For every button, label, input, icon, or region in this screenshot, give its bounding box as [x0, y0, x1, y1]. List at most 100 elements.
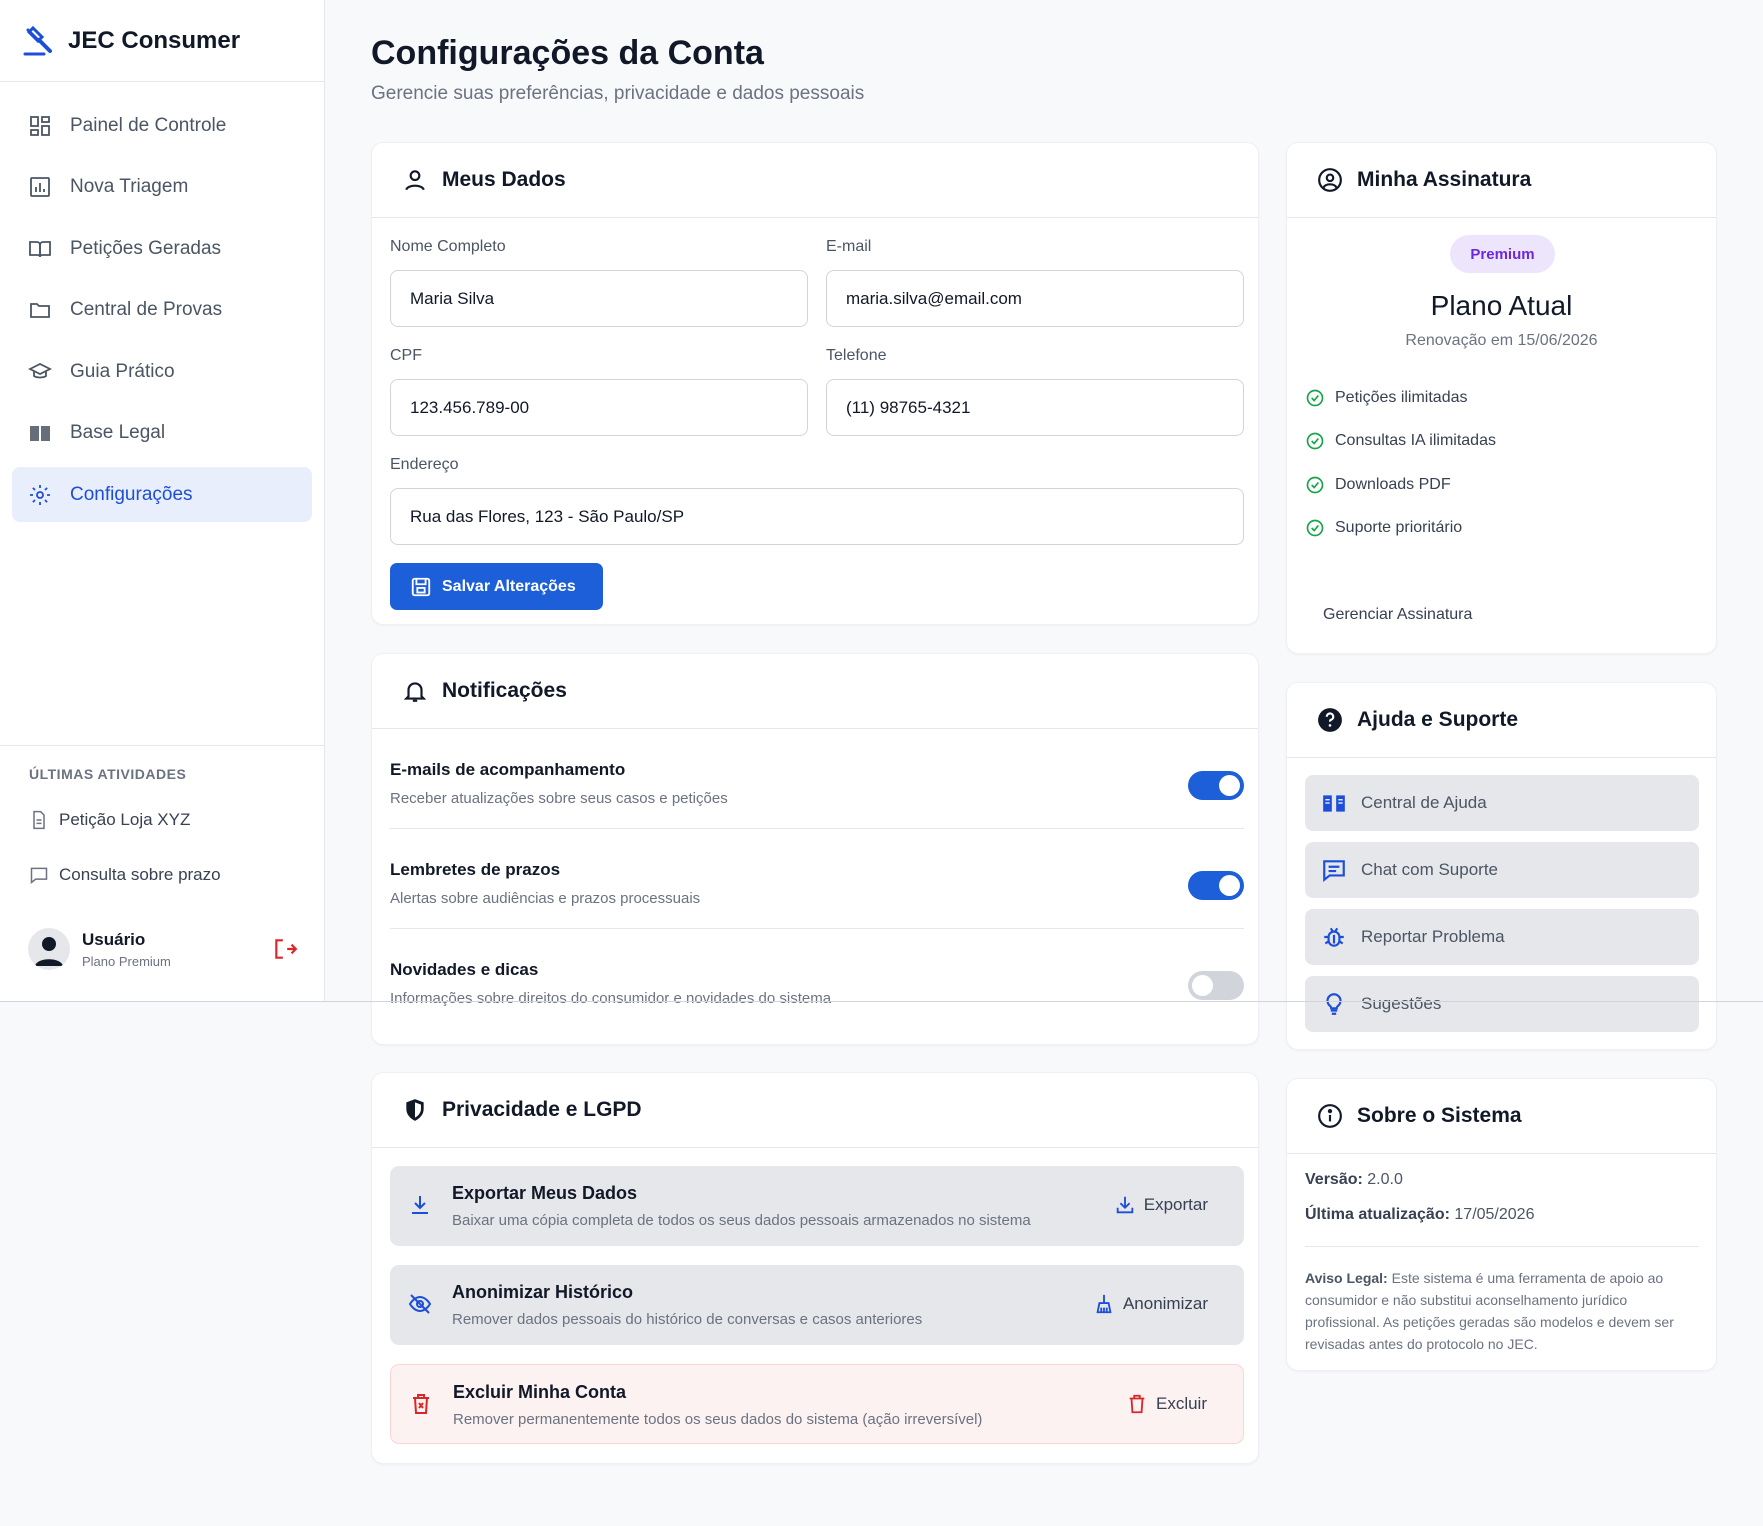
- help-header: Ajuda e Suporte: [1287, 683, 1716, 758]
- profile-card: Meus Dados Nome Completo Maria Silva E-m…: [371, 142, 1259, 625]
- check-circle-icon: [1306, 389, 1324, 407]
- phone-field[interactable]: (11) 98765-4321: [826, 379, 1244, 436]
- check-circle-icon: [1306, 476, 1324, 494]
- info-icon: [1318, 1104, 1342, 1128]
- feature-label: Petições ilimitadas: [1335, 389, 1468, 406]
- feature-item: Petições ilimitadas: [1305, 388, 1468, 408]
- export-button[interactable]: Exportar: [1114, 1194, 1208, 1216]
- user-icon: [405, 170, 425, 191]
- suggestions-button[interactable]: Sugestões: [1305, 976, 1699, 1032]
- help-center-button[interactable]: Central de Ajuda: [1305, 775, 1699, 831]
- gear-icon: [30, 484, 50, 505]
- news-tips-toggle[interactable]: [1188, 971, 1244, 1000]
- manage-subscription-button[interactable]: Gerenciar Assinatura: [1323, 606, 1472, 624]
- chat-icon: [30, 867, 48, 885]
- feature-label: Downloads PDF: [1335, 476, 1451, 493]
- profile-title: Meus Dados: [442, 168, 566, 191]
- book-open-icon: [29, 240, 51, 257]
- nav-item-guia[interactable]: Guia Prático: [12, 344, 312, 399]
- graduation-cap-icon: [28, 362, 52, 378]
- logout-icon[interactable]: [272, 936, 298, 962]
- download-icon: [412, 1196, 428, 1214]
- subscription-header: Minha Assinatura: [1287, 143, 1716, 218]
- recent-item-label: Consulta sobre prazo: [59, 865, 221, 884]
- cpf-field[interactable]: 123.456.789-00: [390, 379, 808, 436]
- sidebar: JEC Consumer Painel de Controle Nova Tri…: [0, 0, 325, 1001]
- chat-icon: [1323, 860, 1345, 883]
- email-label: E-mail: [826, 238, 872, 255]
- help-item-label: Sugestões: [1361, 994, 1442, 1013]
- privacy-header: Privacidade e LGPD: [372, 1073, 1258, 1148]
- bug-icon: [1324, 927, 1344, 947]
- version-value: 2.0.0: [1367, 1171, 1403, 1188]
- privacy-title: Privacidade e LGPD: [442, 1098, 642, 1121]
- nav-item-painel[interactable]: Painel de Controle: [12, 98, 312, 153]
- gavel-icon: [23, 25, 52, 55]
- version-line: Versão: 2.0.0: [1305, 1171, 1403, 1189]
- notification-title: Novidades e dicas: [390, 960, 539, 979]
- feature-label: Suporte prioritário: [1335, 519, 1463, 536]
- email-field[interactable]: maria.silva@email.com: [826, 270, 1244, 327]
- anonymize-row[interactable]: Anonimizar Histórico Remover dados pesso…: [390, 1265, 1244, 1345]
- save-button[interactable]: Salvar Alterações: [390, 563, 603, 610]
- chart-icon: [30, 177, 50, 197]
- export-label: Exportar: [1143, 1195, 1208, 1214]
- notification-desc: Informações sobre direitos do consumidor…: [390, 990, 832, 1007]
- download-icon: [1116, 1196, 1133, 1214]
- notifications-title: Notificações: [442, 679, 567, 702]
- recent-item[interactable]: Consulta sobre prazo: [29, 859, 324, 891]
- dashboard-icon: [30, 115, 50, 136]
- recent-activities: ÚLTIMAS ATIVIDADES Petição Loja XYZ Cons…: [0, 745, 324, 914]
- help-title: Ajuda e Suporte: [1357, 708, 1519, 731]
- profile-card-header: Meus Dados: [372, 143, 1258, 218]
- user-circle-icon: [1318, 168, 1342, 192]
- nav-item-peticoes[interactable]: Petições Geradas: [12, 221, 312, 276]
- avatar: [28, 928, 70, 970]
- privacy-item-title: Anonimizar Histórico: [452, 1282, 634, 1302]
- recent-item[interactable]: Petição Loja XYZ: [29, 804, 324, 836]
- report-problem-button[interactable]: Reportar Problema: [1305, 909, 1699, 965]
- notification-desc: Alertas sobre audiências e prazos proces…: [390, 890, 701, 907]
- name-field[interactable]: Maria Silva: [390, 270, 808, 327]
- updated-line: Última atualização: 17/05/2026: [1305, 1206, 1534, 1224]
- anonymize-button[interactable]: Anonimizar: [1093, 1293, 1208, 1315]
- nav-item-central-provas[interactable]: Central de Provas: [12, 283, 312, 338]
- cpf-label: CPF: [390, 347, 422, 364]
- main-nav: Painel de Controle Nova Triagem Petições…: [0, 82, 324, 522]
- check-circle-icon: [1306, 519, 1324, 537]
- about-title: Sobre o Sistema: [1357, 1104, 1522, 1127]
- bell-icon: [403, 682, 427, 702]
- nav-label: Petições Geradas: [70, 237, 222, 259]
- delete-account-row[interactable]: Excluir Minha Conta Remover permanenteme…: [390, 1364, 1244, 1444]
- chat-support-button[interactable]: Chat com Suporte: [1305, 842, 1699, 898]
- anonymize-label: Anonimizar: [1122, 1294, 1208, 1313]
- save-icon: [411, 577, 431, 596]
- notification-row: E-mails de acompanhamento Receber atuali…: [390, 729, 1244, 829]
- feature-label: Consultas IA ilimitadas: [1335, 432, 1496, 449]
- nav-label: Painel de Controle: [70, 114, 227, 136]
- privacy-item-desc: Remover dados pessoais do histórico de c…: [452, 1311, 923, 1328]
- user-icon: [35, 937, 63, 966]
- nav-label: Central de Provas: [70, 299, 223, 320]
- notification-title: E-mails de acompanhamento: [390, 760, 626, 779]
- address-field[interactable]: Rua das Flores, 123 - São Paulo/SP: [390, 488, 1244, 545]
- delete-button[interactable]: Excluir: [1126, 1393, 1207, 1415]
- email-updates-toggle[interactable]: [1188, 771, 1244, 800]
- nav-item-base-legal[interactable]: Base Legal: [12, 406, 312, 461]
- phone-label: Telefone: [826, 347, 887, 364]
- nav-item-nova-triagem[interactable]: Nova Triagem: [12, 160, 312, 215]
- page-title: Configurações da Conta: [371, 34, 764, 72]
- deadline-reminders-toggle[interactable]: [1188, 871, 1244, 900]
- plan-renewal: Renovação em 15/06/2026: [1405, 332, 1598, 349]
- user-profile: Usuário Plano Premium: [28, 928, 298, 970]
- save-label: Salvar Alterações: [442, 577, 576, 595]
- updated-label: Última atualização:: [1305, 1206, 1450, 1223]
- nav-label: Guia Prático: [70, 360, 175, 382]
- privacy-item-desc: Remover permanentemente todos os seus da…: [453, 1411, 983, 1428]
- export-data-row[interactable]: Exportar Meus Dados Baixar uma cópia com…: [390, 1166, 1244, 1246]
- plan-badge: Premium: [1450, 235, 1555, 273]
- nav-item-configuracoes[interactable]: Configurações: [12, 467, 312, 522]
- help-item-label: Reportar Problema: [1361, 927, 1505, 946]
- brand[interactable]: JEC Consumer: [0, 0, 324, 82]
- about-header: Sobre o Sistema: [1287, 1079, 1716, 1154]
